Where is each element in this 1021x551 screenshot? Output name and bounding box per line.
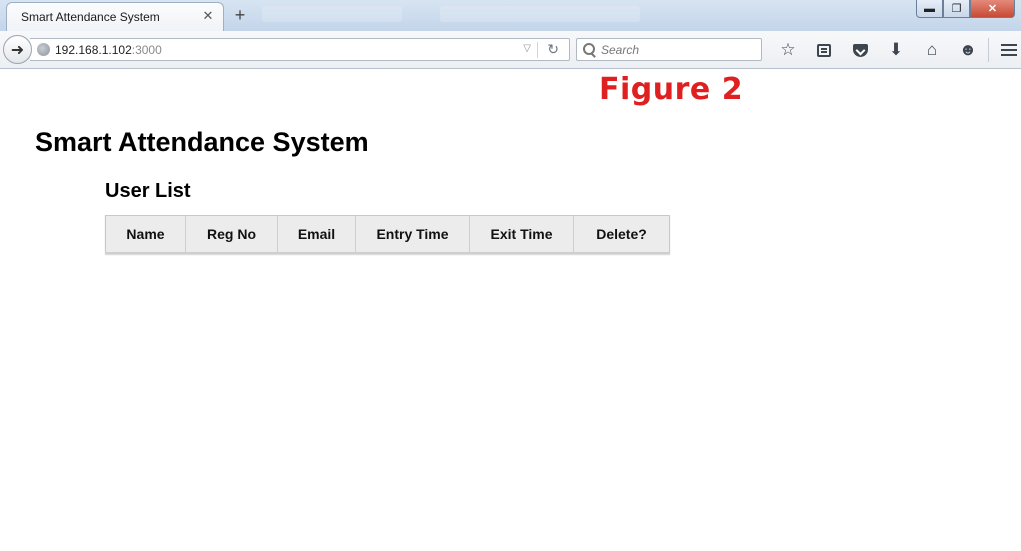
background-tab-ghost bbox=[440, 6, 640, 22]
bookmark-star-icon[interactable]: ☆ bbox=[770, 38, 806, 62]
background-tab-ghost bbox=[262, 6, 402, 22]
url-host: 192.168.1.102 bbox=[55, 42, 132, 57]
table-header-row: Name Reg No Email Entry Time Exit Time D… bbox=[105, 215, 670, 254]
minimize-button[interactable]: ▬ bbox=[916, 0, 943, 18]
column-header-exit-time[interactable]: Exit Time bbox=[469, 215, 574, 254]
toolbar-icons: ☆ ⬇ ⌂ ☻ bbox=[770, 38, 1021, 62]
browser-titlebar: Smart Attendance System ✕ + ▬ ❐ ✕ bbox=[0, 0, 1021, 31]
page-title: Smart Attendance System bbox=[35, 127, 369, 157]
back-arrow-icon: ➜ bbox=[10, 41, 25, 59]
section-title: User List bbox=[105, 180, 191, 202]
toolbar-separator bbox=[988, 38, 989, 62]
download-icon[interactable]: ⬇ bbox=[878, 38, 914, 62]
url-text[interactable]: 192.168.1.102:3000 bbox=[55, 43, 162, 57]
pocket-icon[interactable] bbox=[842, 38, 878, 62]
search-icon bbox=[583, 42, 597, 57]
smiley-icon[interactable]: ☻ bbox=[950, 38, 986, 62]
search-input[interactable] bbox=[601, 42, 751, 57]
reload-icon[interactable]: ↻ bbox=[547, 41, 559, 58]
column-header-email[interactable]: Email bbox=[277, 215, 356, 254]
tab-close-icon[interactable]: ✕ bbox=[201, 9, 215, 23]
new-tab-button[interactable]: + bbox=[230, 5, 250, 25]
maximize-button[interactable]: ❐ bbox=[943, 0, 970, 18]
navigation-toolbar: 192.168.1.102:3000 ▽ ↻ ➜ ☆ ⬇ ⌂ ☻ bbox=[0, 31, 1021, 69]
column-header-reg-no[interactable]: Reg No bbox=[185, 215, 278, 254]
tab-smart-attendance[interactable]: Smart Attendance System ✕ bbox=[6, 2, 224, 31]
figure-label: Figure 2 bbox=[599, 72, 744, 107]
column-header-entry-time[interactable]: Entry Time bbox=[355, 215, 470, 254]
url-separator bbox=[537, 42, 538, 58]
close-window-button[interactable]: ✕ bbox=[970, 0, 1015, 18]
reading-list-icon[interactable] bbox=[806, 38, 842, 62]
tab-title: Smart Attendance System bbox=[21, 10, 160, 24]
globe-icon bbox=[37, 43, 50, 56]
menu-icon[interactable] bbox=[991, 38, 1021, 62]
window-controls: ▬ ❐ ✕ bbox=[916, 0, 1015, 18]
url-port: :3000 bbox=[131, 42, 162, 57]
column-header-name[interactable]: Name bbox=[105, 215, 186, 254]
column-header-delete[interactable]: Delete? bbox=[573, 215, 670, 254]
home-icon[interactable]: ⌂ bbox=[914, 38, 950, 62]
search-bar[interactable] bbox=[576, 38, 762, 61]
back-button[interactable]: ➜ bbox=[3, 35, 32, 64]
dropdown-icon[interactable]: ▽ bbox=[523, 43, 531, 54]
address-bar[interactable]: 192.168.1.102:3000 ▽ ↻ bbox=[30, 38, 570, 61]
user-list-table: Name Reg No Email Entry Time Exit Time D… bbox=[105, 215, 670, 254]
